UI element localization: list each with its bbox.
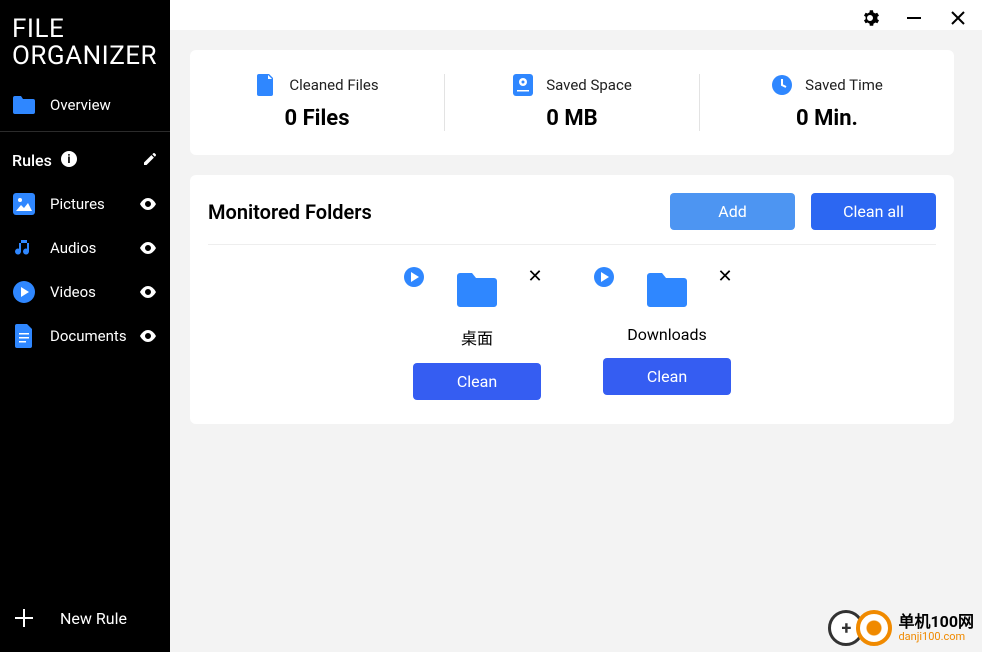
clean-all-button[interactable]: Clean all bbox=[811, 193, 936, 230]
close-icon[interactable]: ✕ bbox=[526, 267, 544, 285]
stat-cleaned-files: Cleaned Files 0 Files bbox=[190, 74, 445, 131]
sidebar-item-pictures[interactable]: Pictures bbox=[0, 182, 170, 226]
stat-value: 0 Min. bbox=[796, 106, 858, 131]
play-icon[interactable] bbox=[404, 267, 424, 287]
stat-saved-time: Saved Time 0 Min. bbox=[700, 74, 954, 131]
nav-label: Overview bbox=[50, 96, 111, 114]
eye-icon[interactable] bbox=[138, 286, 158, 298]
eye-icon[interactable] bbox=[138, 242, 158, 254]
stat-label: Cleaned Files bbox=[289, 76, 378, 94]
nav-label: Documents bbox=[50, 327, 127, 345]
folder-icon bbox=[12, 93, 36, 117]
gear-icon[interactable] bbox=[860, 8, 880, 28]
sidebar-item-audios[interactable]: Audios bbox=[0, 226, 170, 270]
folder-name: 桌面 bbox=[461, 325, 493, 349]
video-icon bbox=[12, 280, 36, 304]
stat-label: Saved Time bbox=[805, 76, 883, 94]
document-icon bbox=[12, 324, 36, 348]
sidebar: FILE ORGANIZER Overview Rules i Pictures bbox=[0, 0, 170, 652]
nav-label: Pictures bbox=[50, 195, 105, 213]
folder-icon bbox=[647, 273, 687, 307]
stat-saved-space: Saved Space 0 MB bbox=[445, 74, 700, 131]
monitored-folders-panel: Monitored Folders Add Clean all ✕ 桌面 Cle… bbox=[190, 175, 954, 424]
stat-value: 0 MB bbox=[546, 106, 597, 131]
sidebar-item-videos[interactable]: Videos bbox=[0, 270, 170, 314]
folder-icon bbox=[457, 273, 497, 307]
stats-panel: Cleaned Files 0 Files Saved Space 0 MB bbox=[190, 50, 954, 155]
edit-icon[interactable] bbox=[142, 151, 158, 171]
close-icon[interactable] bbox=[948, 8, 968, 28]
folder-name: Downloads bbox=[627, 325, 706, 344]
clean-button[interactable]: Clean bbox=[603, 358, 731, 395]
eye-icon[interactable] bbox=[138, 330, 158, 342]
stat-value: 0 Files bbox=[285, 106, 350, 131]
close-icon[interactable]: ✕ bbox=[716, 267, 734, 285]
plus-icon bbox=[12, 606, 36, 630]
add-button[interactable]: Add bbox=[670, 193, 795, 230]
new-rule-label: New Rule bbox=[60, 609, 127, 628]
file-icon bbox=[255, 74, 277, 96]
new-rule-button[interactable]: New Rule bbox=[0, 588, 170, 652]
sidebar-item-documents[interactable]: Documents bbox=[0, 314, 170, 358]
nav-label: Audios bbox=[50, 239, 96, 257]
sidebar-item-overview[interactable]: Overview bbox=[0, 83, 170, 127]
app-logo: FILE ORGANIZER bbox=[0, 16, 170, 83]
clock-icon bbox=[771, 74, 793, 96]
stat-label: Saved Space bbox=[546, 76, 632, 94]
picture-icon bbox=[12, 192, 36, 216]
rules-label: Rules bbox=[12, 151, 52, 170]
svg-text:i: i bbox=[67, 152, 70, 166]
folder-card: ✕ 桌面 Clean bbox=[382, 259, 572, 400]
minimize-icon[interactable] bbox=[904, 8, 924, 28]
window-controls bbox=[170, 0, 982, 30]
rules-header: Rules i bbox=[0, 136, 170, 182]
nav-label: Videos bbox=[50, 283, 96, 301]
main: Cleaned Files 0 Files Saved Space 0 MB bbox=[170, 0, 982, 652]
audio-icon bbox=[12, 236, 36, 260]
panel-title: Monitored Folders bbox=[208, 200, 372, 224]
folder-card: ✕ Downloads Clean bbox=[572, 259, 762, 400]
play-icon[interactable] bbox=[594, 267, 614, 287]
eye-icon[interactable] bbox=[138, 198, 158, 210]
info-icon[interactable]: i bbox=[60, 150, 78, 172]
disk-icon bbox=[512, 74, 534, 96]
clean-button[interactable]: Clean bbox=[413, 363, 541, 400]
